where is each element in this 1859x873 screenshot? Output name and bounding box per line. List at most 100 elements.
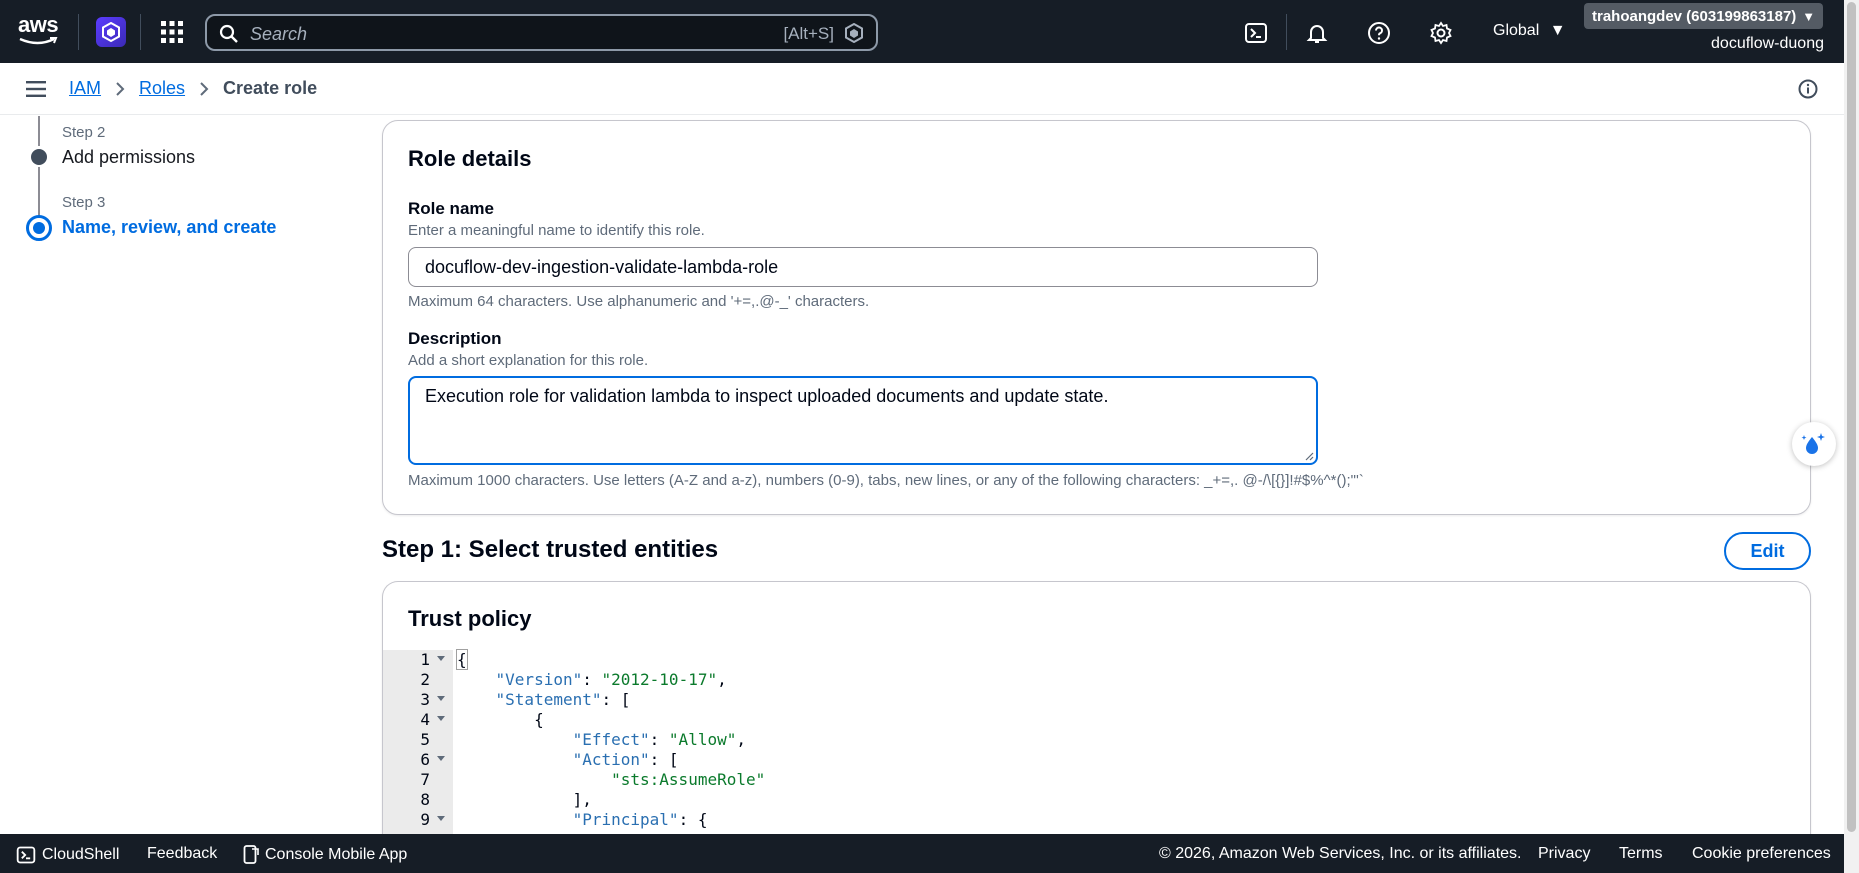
- description-textarea[interactable]: Execution role for validation lambda to …: [408, 376, 1318, 465]
- console-footer: CloudShell Feedback Console Mobile App ©…: [0, 834, 1844, 873]
- code-text: {: [534, 710, 544, 729]
- code-text: "Action": [: [572, 750, 679, 769]
- code-line: 3 "Statement": [: [383, 690, 1810, 710]
- copyright-text: © 2026, Amazon Web Services, Inc. or its…: [1159, 845, 1522, 862]
- cloudshell-footer-button[interactable]: CloudShell: [16, 845, 119, 865]
- chevron-right-icon: [115, 81, 125, 97]
- fold-toggle-icon[interactable]: [437, 716, 445, 721]
- step-connector: [38, 116, 40, 146]
- breadcrumb-bar: IAM Roles Create role: [0, 63, 1844, 115]
- fold-toggle-icon[interactable]: [437, 656, 445, 661]
- info-icon[interactable]: [1798, 79, 1818, 104]
- terms-link[interactable]: Terms: [1619, 845, 1663, 863]
- caret-down-icon: ▼: [1802, 8, 1816, 24]
- step-connector: [38, 167, 40, 217]
- code-text: "Effect": "Allow",: [572, 730, 746, 749]
- amazon-q-icon[interactable]: [844, 23, 864, 43]
- code-text: "sts:AssumeRole": [611, 770, 766, 789]
- line-number: 1: [420, 650, 430, 669]
- chevron-right-icon: [199, 81, 209, 97]
- account-alias: docuflow-duong: [1711, 35, 1824, 52]
- step-2-title[interactable]: Add permissions: [62, 147, 195, 168]
- line-number: 7: [420, 770, 430, 789]
- app-badge-icon[interactable]: [96, 17, 126, 47]
- region-label: Global: [1493, 22, 1540, 39]
- account-label: trahoangdev (603199863187): [1592, 7, 1797, 25]
- trust-policy-title: Trust policy: [408, 606, 532, 631]
- step-2-indicator: [31, 149, 47, 165]
- feedback-link[interactable]: Feedback: [147, 845, 217, 863]
- code-line: 5 "Effect": "Allow",: [383, 730, 1810, 750]
- code-line: 4 {: [383, 710, 1810, 730]
- aws-logo-text: aws: [18, 12, 59, 37]
- role-name-description: Enter a meaningful name to identify this…: [408, 222, 705, 239]
- sparkle-drop-icon: [1801, 433, 1825, 454]
- help-icon[interactable]: [1366, 20, 1392, 46]
- line-number: 8: [420, 790, 430, 809]
- region-selector[interactable]: Global ▼: [1493, 22, 1566, 40]
- page-scrollbar[interactable]: [1844, 0, 1859, 873]
- scrollbar-thumb[interactable]: [1847, 2, 1856, 832]
- assistant-sparkle-button[interactable]: [1792, 422, 1836, 466]
- line-number: 9: [420, 810, 430, 829]
- mobile-phone-icon: [243, 845, 259, 864]
- cloudshell-icon: [16, 846, 36, 864]
- cloudshell-label: CloudShell: [42, 846, 120, 863]
- services-grid-icon[interactable]: [160, 20, 184, 44]
- trust-policy-container: Trust policy 1{2 "Version": "2012-10-17"…: [382, 581, 1811, 873]
- edit-step-1-button[interactable]: Edit: [1724, 532, 1811, 570]
- search-input[interactable]: Search [Alt+S]: [205, 14, 878, 51]
- description-value: Execution role for validation lambda to …: [425, 386, 1109, 406]
- menu-hamburger-icon[interactable]: [26, 80, 46, 103]
- step-3-title: Name, review, and create: [62, 217, 277, 237]
- step-1-title: Step 1: Select trusted entities: [382, 536, 719, 563]
- role-details-container: Role details Role name Enter a meaningfu…: [382, 120, 1811, 515]
- fold-toggle-icon[interactable]: [437, 756, 445, 761]
- role-name-label: Role name: [408, 199, 494, 218]
- code-text: "Principal": {: [572, 810, 708, 829]
- console-mobile-app-link[interactable]: Console Mobile App: [243, 845, 407, 865]
- code-text: "Version": "2012-10-17",: [495, 670, 727, 689]
- settings-gear-icon[interactable]: [1428, 20, 1454, 46]
- step-3-indicator: [26, 215, 52, 241]
- caret-down-icon: ▼: [1549, 22, 1566, 39]
- line-number: 6: [420, 750, 430, 769]
- code-line: 9 "Principal": {: [383, 810, 1810, 830]
- search-shortcut: [Alt+S]: [783, 24, 834, 43]
- role-details-title: Role details: [408, 146, 532, 171]
- mobile-app-label: Console Mobile App: [265, 846, 408, 863]
- cookie-preferences-link[interactable]: Cookie preferences: [1692, 845, 1831, 863]
- breadcrumb-roles[interactable]: Roles: [139, 78, 185, 99]
- top-navigation: aws Search [Alt+S] Global ▼ trahoangdev …: [0, 0, 1859, 63]
- role-name-hint: Maximum 64 characters. Use alphanumeric …: [408, 293, 870, 310]
- aws-logo[interactable]: aws: [18, 14, 60, 48]
- nav-divider: [140, 14, 141, 50]
- code-line: 2 "Version": "2012-10-17",: [383, 670, 1810, 690]
- step-3-label: Step 3: [62, 194, 106, 211]
- role-name-input[interactable]: docuflow-dev-ingestion-validate-lambda-r…: [408, 247, 1318, 287]
- line-number: 2: [420, 670, 430, 689]
- search-icon: [219, 24, 238, 43]
- line-number: 3: [420, 690, 430, 709]
- trust-policy-code-editor[interactable]: 1{2 "Version": "2012-10-17", 3 "Statement…: [383, 649, 1810, 850]
- code-line: 1{: [383, 649, 1810, 670]
- breadcrumb-current: Create role: [223, 78, 318, 98]
- code-line: 6 "Action": [: [383, 750, 1810, 770]
- code-line: 8 ],: [383, 790, 1810, 810]
- line-number: 4: [420, 710, 430, 729]
- code-text: {: [456, 649, 468, 670]
- fold-toggle-icon[interactable]: [437, 696, 445, 701]
- description-label: Description: [408, 329, 502, 348]
- notifications-bell-icon[interactable]: [1304, 20, 1330, 46]
- cloudshell-icon[interactable]: [1243, 20, 1269, 46]
- line-number: 5: [420, 730, 430, 749]
- description-help: Add a short explanation for this role.: [408, 352, 649, 369]
- code-line: 7 "sts:AssumeRole": [383, 770, 1810, 790]
- search-placeholder: Search: [250, 24, 308, 44]
- resize-handle-icon[interactable]: [1304, 451, 1314, 461]
- fold-toggle-icon[interactable]: [437, 816, 445, 821]
- account-menu[interactable]: trahoangdev (603199863187) ▼: [1584, 3, 1824, 29]
- breadcrumb-iam[interactable]: IAM: [69, 78, 101, 99]
- code-text: "Statement": [: [495, 690, 631, 709]
- privacy-link[interactable]: Privacy: [1538, 845, 1590, 863]
